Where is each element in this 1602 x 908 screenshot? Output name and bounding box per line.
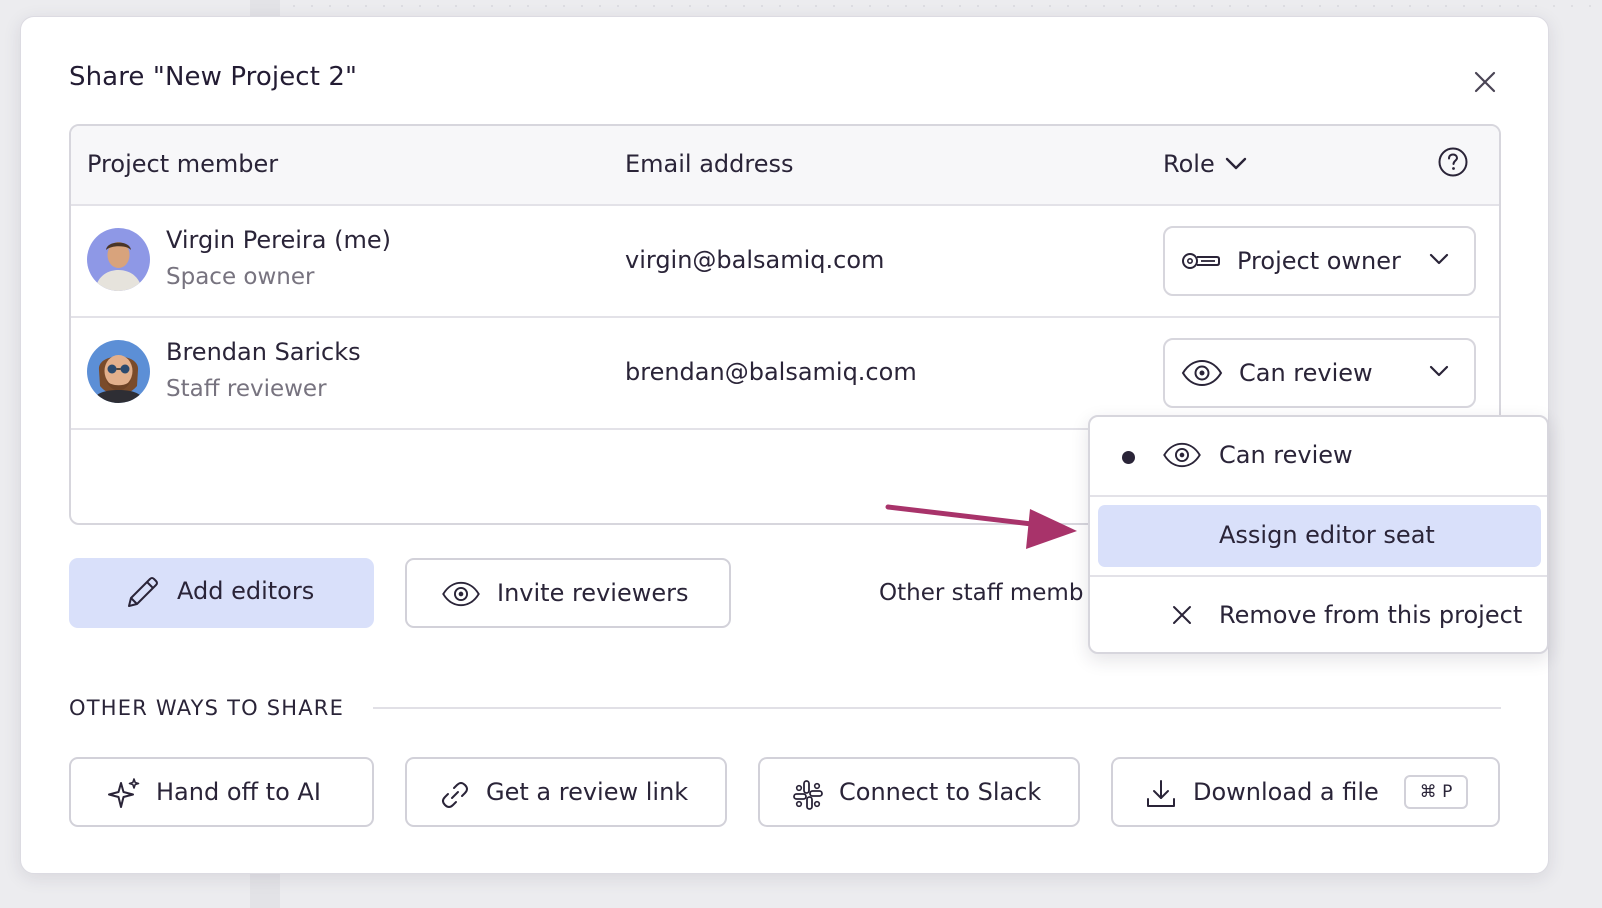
role-dropdown-menu: Can review Assign editor seat Remove fro… [1088,415,1549,654]
download-file-label: Download a file [1193,778,1379,806]
invite-reviewers-label: Invite reviewers [497,579,689,607]
close-icon [1173,606,1191,624]
role-label: Project owner [1237,247,1401,275]
member-email: brendan@balsamiq.com [625,358,917,386]
menu-item-can-review[interactable]: Can review [1090,417,1547,497]
download-file-button[interactable]: Download a file ⌘ P [1111,757,1500,827]
section-title-other-ways: OTHER WAYS TO SHARE [69,696,345,720]
member-name: Brendan Saricks [166,338,361,366]
get-review-link-label: Get a review link [486,778,689,806]
table-header: Project member Email address Role [71,126,1499,206]
slack-icon [793,780,823,810]
other-staff-text: Other staff memb [879,580,1084,606]
add-editors-label: Add editors [177,577,315,605]
eye-icon [442,581,480,607]
add-editors-button[interactable]: Add editors [69,558,374,628]
question-circle-icon[interactable] [1437,146,1469,178]
sparkle-icon [108,778,140,808]
connect-to-slack-label: Connect to Slack [839,778,1042,806]
get-review-link-button[interactable]: Get a review link [405,757,727,827]
background-grid [285,0,1602,12]
section-divider [373,707,1501,709]
keyboard-shortcut-badge: ⌘ P [1404,775,1468,809]
close-button[interactable] [1468,65,1502,99]
header-role-sort[interactable]: Role [1163,150,1247,178]
download-icon [1147,780,1175,807]
link-icon [442,782,468,808]
header-project-member: Project member [87,150,279,178]
avatar [87,340,150,403]
eye-icon [1163,442,1201,468]
menu-item-label: Remove from this project [1219,601,1523,629]
role-select-project-owner[interactable]: Project owner [1163,226,1476,296]
menu-item-label: Can review [1219,441,1353,469]
key-icon [1182,253,1220,269]
invite-reviewers-button[interactable]: Invite reviewers [405,558,731,628]
connect-to-slack-button[interactable]: Connect to Slack [758,757,1080,827]
annotation-arrow-icon [885,504,1077,549]
member-subtitle: Staff reviewer [166,376,327,402]
eye-icon [1181,359,1223,387]
role-select-can-review[interactable]: Can review [1163,338,1476,408]
chevron-down-icon [1225,157,1246,170]
member-subtitle: Space owner [166,264,315,290]
role-label: Can review [1239,359,1373,387]
header-role-label: Role [1163,150,1215,178]
member-name: Virgin Pereira (me) [166,226,391,254]
menu-item-assign-editor-seat[interactable]: Assign editor seat [1098,505,1541,567]
selected-bullet-icon [1122,451,1135,464]
close-icon [1474,71,1496,93]
header-email-address: Email address [625,150,794,178]
pencil-icon [128,577,158,607]
menu-item-label: Assign editor seat [1219,521,1435,549]
avatar [87,228,150,291]
dialog-title: Share "New Project 2" [69,62,358,92]
chevron-down-icon [1429,253,1449,265]
menu-item-remove-from-project[interactable]: Remove from this project [1090,575,1547,655]
table-row: Virgin Pereira (me) Space owner virgin@b… [71,206,1499,318]
table-row: Brendan Saricks Staff reviewer brendan@b… [71,318,1499,430]
member-email: virgin@balsamiq.com [625,246,885,274]
chevron-down-icon [1429,365,1449,377]
hand-off-to-ai-button[interactable]: Hand off to AI [69,757,374,827]
hand-off-to-ai-label: Hand off to AI [156,778,321,806]
